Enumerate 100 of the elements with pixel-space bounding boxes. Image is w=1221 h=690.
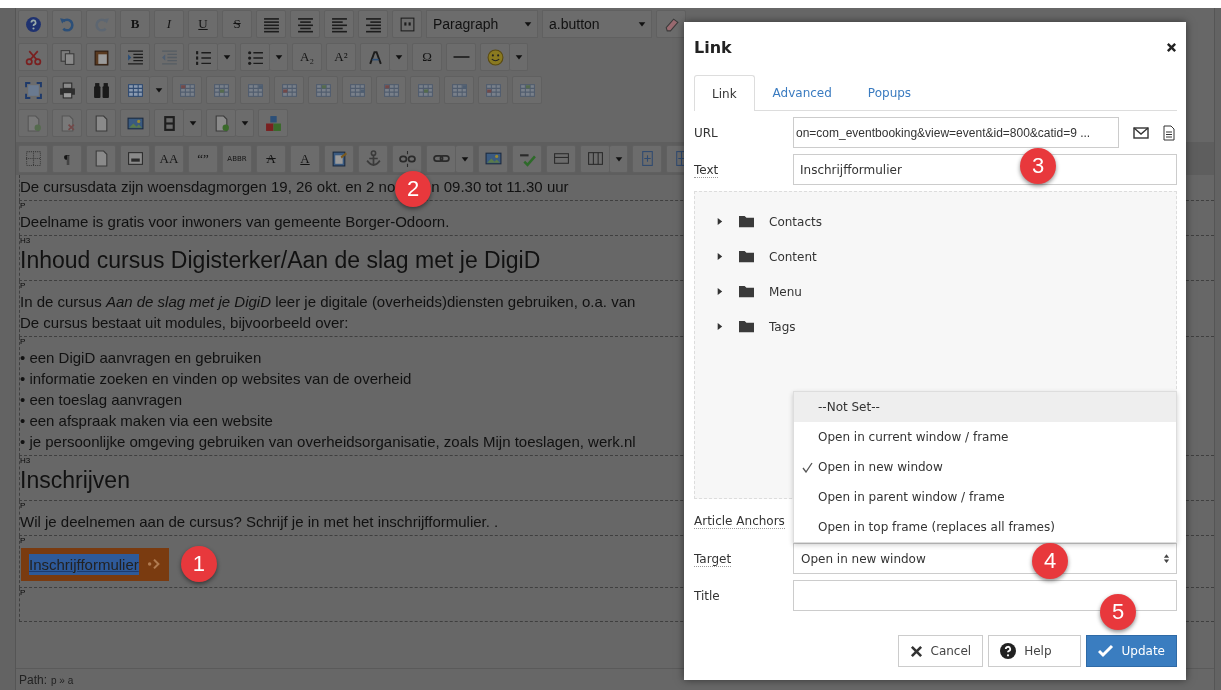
toolbar-button[interactable] xyxy=(86,43,116,71)
url-field[interactable]: on=com_eventbooking&view=event&id=800&catid=9 ... xyxy=(793,117,1119,148)
table-split-icon xyxy=(518,81,536,99)
paragraph-text: De cursusdata zijn woensdagmorgen 19, 26 okt. en 2 no xyxy=(20,176,396,197)
column-delete-icon xyxy=(450,81,468,99)
field-label: Target xyxy=(694,551,732,567)
caret-icon xyxy=(637,19,647,29)
dropdown-button[interactable] xyxy=(218,43,236,71)
caret-icon xyxy=(221,52,232,62)
style-select[interactable]: a.button xyxy=(542,10,652,38)
outdent-icon xyxy=(160,48,178,66)
format-button[interactable]: A xyxy=(290,144,320,173)
help-icon xyxy=(24,15,42,33)
fullscreen-icon xyxy=(24,81,42,99)
close-icon xyxy=(1166,42,1177,53)
number-badge: 5 xyxy=(1100,594,1136,630)
paragraph-text: Wil je deelnemen aan de cursus? Schrijf je in met het inschrijfformulier. . xyxy=(20,512,499,532)
envelope-icon xyxy=(1133,124,1149,141)
tree-item[interactable]: Menu xyxy=(695,274,1176,309)
dropdown-button[interactable] xyxy=(236,109,254,137)
scissors-icon xyxy=(24,48,42,66)
block-tag: P xyxy=(20,337,26,347)
cancel-button[interactable]: Cancel xyxy=(897,635,984,667)
dialog-tab[interactable]: Popups xyxy=(849,75,930,110)
dialog-tab[interactable]: Link xyxy=(694,75,755,111)
block-tag: P xyxy=(20,536,26,546)
element-path: p » a xyxy=(51,675,74,686)
dialog-tab[interactable]: Advanced xyxy=(754,75,850,110)
help-button[interactable]: Help xyxy=(988,635,1081,667)
format-button[interactable]: S xyxy=(222,10,252,38)
dropdown-button[interactable] xyxy=(150,76,168,104)
rule-box-icon xyxy=(552,150,570,167)
block-tag: H3 xyxy=(20,456,31,466)
table-cell-icon xyxy=(246,81,264,99)
number-badge: 4 xyxy=(1032,543,1068,579)
dropdown-option[interactable]: Open in parent window / frame xyxy=(794,482,1176,512)
table-icon xyxy=(126,81,144,99)
table-delete-icon xyxy=(178,81,196,99)
primary-button[interactable]: Update xyxy=(1085,635,1177,667)
block-tag: P xyxy=(20,588,26,598)
dropdown-option[interactable]: --Not Set-- xyxy=(794,392,1176,422)
document-icon xyxy=(1161,124,1177,141)
toolbar-button[interactable] xyxy=(656,10,686,38)
format-button[interactable]: “” xyxy=(188,144,218,173)
field-label: URL xyxy=(694,125,718,140)
link-button[interactable]: Inschrijfformulier xyxy=(21,547,169,581)
format-button[interactable]: AA xyxy=(154,144,184,173)
undo-icon xyxy=(58,15,76,33)
align-right-icon xyxy=(364,15,382,33)
heading-text: Inhoud cursus Digisterker/Aan de slag met je DigiD xyxy=(20,246,541,274)
table-merge-icon xyxy=(484,81,502,99)
clipboard-icon xyxy=(330,150,348,167)
dropdown-option[interactable]: Open in top frame (replaces all frames) xyxy=(794,512,1176,542)
format-button[interactable]: A xyxy=(256,144,286,173)
format-button[interactable]: ¶ xyxy=(52,144,82,173)
paragraph-text: • een afspraak maken via een website xyxy=(20,411,273,431)
folder-icon xyxy=(738,249,755,264)
tree-item[interactable]: Content xyxy=(695,239,1176,274)
image-icon xyxy=(484,150,502,167)
field-label: Text xyxy=(694,162,719,178)
check-icon xyxy=(1097,643,1114,659)
dropdown-button[interactable] xyxy=(270,43,288,71)
number-badge: 2 xyxy=(395,171,432,207)
toolbar-button[interactable] xyxy=(52,76,82,104)
path-label: Path: xyxy=(19,673,48,687)
format-button[interactable]: U xyxy=(188,10,218,38)
format-button[interactable]: B xyxy=(120,10,150,38)
row-delete-icon xyxy=(348,81,366,99)
folder-icon xyxy=(738,284,755,299)
format-button[interactable]: A₂ xyxy=(292,43,322,71)
eraser-icon xyxy=(662,15,680,33)
paragraph-text: Deelname is gratis voor inwoners van gemeente Borger-Odoorn. xyxy=(20,212,450,232)
dropdown-button[interactable] xyxy=(456,144,474,173)
dropdown-button[interactable] xyxy=(184,109,202,137)
dropdown-button[interactable] xyxy=(510,43,528,71)
column-after-icon xyxy=(416,81,434,99)
unlink-icon xyxy=(398,150,416,167)
paragraph-text: In de cursus Aan de slag met je DigiD leer je digitale (overheids)diensten gebruiken, o.a. van xyxy=(20,292,636,312)
format-button[interactable]: I xyxy=(154,10,184,38)
tree-item[interactable]: Contacts xyxy=(695,204,1176,239)
row-after-icon xyxy=(314,81,332,99)
table-row-icon xyxy=(212,81,230,99)
dropdown-option[interactable]: Open in new window xyxy=(794,452,1176,482)
style-select[interactable]: Paragraph xyxy=(426,10,538,38)
dropdown-button[interactable] xyxy=(610,144,628,173)
frame-icon xyxy=(126,150,144,167)
dropdown-option[interactable]: Open in current window / frame xyxy=(794,422,1176,452)
paragraph-text: • een toeslag aanvragen xyxy=(20,390,183,410)
align-left-icon xyxy=(330,15,348,33)
horizontal-rule-icon xyxy=(452,56,470,58)
dialog-title: Link xyxy=(694,37,732,57)
dropdown-button[interactable] xyxy=(390,43,408,71)
align-center-icon xyxy=(296,15,314,33)
format-button[interactable]: Ω xyxy=(412,43,442,71)
tree-item[interactable]: Tags xyxy=(695,309,1176,344)
paragraph-text: • een DigiD aanvragen en gebruiken xyxy=(20,348,262,368)
close-icon xyxy=(909,644,923,658)
format-button[interactable]: A² xyxy=(326,43,356,71)
field-label: Article Anchors xyxy=(694,513,785,529)
caret-icon xyxy=(513,52,524,62)
